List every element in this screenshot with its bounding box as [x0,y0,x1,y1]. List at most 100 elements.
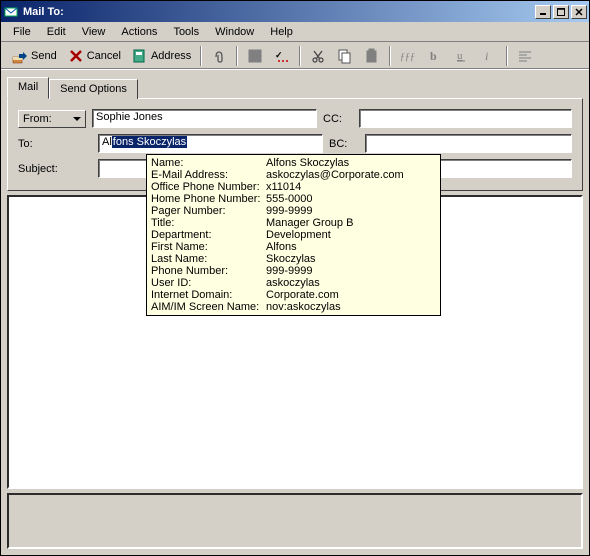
cc-label: CC: [323,113,353,125]
tooltip-value: Development [266,229,436,241]
attachments-pane[interactable] [7,493,583,549]
send-label: Send [31,50,57,62]
tooltip-value: nov:askoczylas [266,301,436,313]
tooltip-row: Department:Development [151,229,436,241]
tooltip-key: Department: [151,229,266,241]
svg-text:✓: ✓ [275,50,283,60]
tab-mail[interactable]: Mail [7,77,49,99]
cancel-label: Cancel [87,50,121,62]
menu-edit[interactable]: Edit [39,24,74,40]
tooltip-key: User ID: [151,277,266,289]
menu-view[interactable]: View [74,24,114,40]
contact-tooltip: Name:Alfons SkoczylasE-Mail Address:asko… [146,154,441,316]
tooltip-key: E-Mail Address: [151,169,266,181]
align-icon [517,48,533,64]
to-input[interactable]: Alfons Skoczylas [98,134,323,153]
tooltip-row: Name:Alfons Skoczylas [151,157,436,169]
copy-button[interactable] [332,45,358,67]
bc-label: BC: [329,138,359,150]
copy-icon [337,48,353,64]
toolbar: Send Cancel Address ✓ [1,42,589,70]
tooltip-row: First Name:Alfons [151,241,436,253]
tooltip-row: Title:Manager Group B [151,217,436,229]
close-button[interactable] [571,5,587,19]
menu-window[interactable]: Window [207,24,262,40]
tooltip-key: Phone Number: [151,265,266,277]
bc-input[interactable] [365,134,572,153]
from-label: From: [23,113,52,125]
address-button[interactable]: Address [127,45,196,67]
tooltip-key: Office Phone Number: [151,181,266,193]
to-autocomplete-highlight: fons Skoczylas [112,136,187,148]
tooltip-key: Pager Number: [151,205,266,217]
address-label: Address [151,50,191,62]
chevron-down-icon [73,117,81,121]
svg-text:b: b [430,49,437,63]
tooltip-value: Manager Group B [266,217,436,229]
font-button[interactable]: ƒƒƒ [395,45,421,67]
tooltip-key: Home Phone Number: [151,193,266,205]
bold-icon: b [427,48,443,64]
subject-label: Subject: [18,163,92,175]
tooltip-row: Office Phone Number:x11014 [151,181,436,193]
tooltip-row: Home Phone Number:555-0000 [151,193,436,205]
attach-button[interactable] [206,45,232,67]
minimize-button[interactable] [535,5,551,19]
tooltip-row: User ID:askoczylas [151,277,436,289]
save-button[interactable] [242,45,268,67]
tooltip-value: Alfons Skoczylas [266,157,436,169]
spellcheck-button[interactable]: ✓ [269,45,295,67]
cut-button[interactable] [305,45,331,67]
menubar: File Edit View Actions Tools Window Help [1,22,589,42]
toolbar-separator [299,46,301,66]
toolbar-separator [506,46,508,66]
bold-button[interactable]: b [422,45,448,67]
tooltip-value: 555-0000 [266,193,436,205]
svg-text:i: i [485,49,488,63]
menu-actions[interactable]: Actions [113,24,165,40]
app-icon [3,4,19,20]
align-button[interactable] [512,45,538,67]
tooltip-key: Title: [151,217,266,229]
tooltip-key: Name: [151,157,266,169]
paperclip-icon [211,48,227,64]
from-input[interactable]: Sophie Jones [92,109,317,128]
menu-help[interactable]: Help [262,24,301,40]
cc-input[interactable] [359,109,572,128]
menu-tools[interactable]: Tools [165,24,207,40]
address-icon [132,48,148,64]
maximize-button[interactable] [553,5,569,19]
cancel-button[interactable]: Cancel [63,45,126,67]
underline-button[interactable]: u [449,45,475,67]
tooltip-value: Corporate.com [266,289,436,301]
tooltip-value: 999-9999 [266,265,436,277]
send-button[interactable]: Send [7,45,62,67]
spellcheck-icon: ✓ [274,48,290,64]
tooltip-key: Internet Domain: [151,289,266,301]
tooltip-row: Phone Number:999-9999 [151,265,436,277]
cancel-icon [68,48,84,64]
from-dropdown[interactable]: From: [18,110,86,128]
tooltip-key: Last Name: [151,253,266,265]
svg-text:ƒƒƒ: ƒƒƒ [400,52,415,63]
tooltip-value: Alfons [266,241,436,253]
tab-row: Mail Send Options [7,76,583,98]
tooltip-row: Pager Number:999-9999 [151,205,436,217]
italic-icon: i [481,48,497,64]
titlebar[interactable]: Mail To: [1,1,589,22]
tooltip-row: Internet Domain:Corporate.com [151,289,436,301]
tab-send-options[interactable]: Send Options [49,79,138,99]
tooltip-row: AIM/IM Screen Name:nov:askoczylas [151,301,436,313]
paste-button[interactable] [359,45,385,67]
toolbar-separator [236,46,238,66]
paste-icon [364,48,380,64]
font-icon: ƒƒƒ [400,48,416,64]
underline-icon: u [454,48,470,64]
menu-file[interactable]: File [5,24,39,40]
toolbar-separator [200,46,202,66]
svg-text:u: u [457,50,463,62]
tooltip-row: E-Mail Address:askoczylas@Corporate.com [151,169,436,181]
send-icon [12,48,28,64]
italic-button[interactable]: i [476,45,502,67]
window-title: Mail To: [23,6,535,18]
